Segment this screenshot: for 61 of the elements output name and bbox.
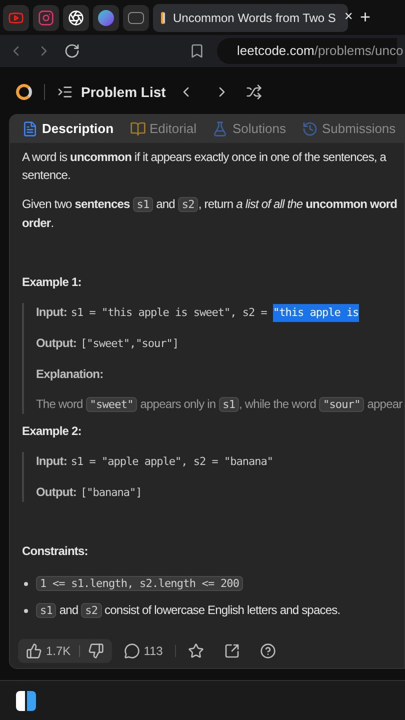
comments-button[interactable]: 113 (124, 642, 163, 660)
inline-code: s1 (132, 197, 154, 212)
text: The word (36, 397, 84, 411)
flask-icon (212, 121, 228, 137)
example-value: ["banana"] (80, 485, 142, 501)
inline-code: s2 (178, 197, 198, 212)
text: order. (22, 216, 54, 230)
text: , while the word (239, 397, 318, 411)
text: and (155, 197, 176, 211)
star-icon[interactable] (188, 643, 204, 659)
bookmark-icon[interactable] (189, 43, 205, 59)
panel-tab[interactable]: Solutions (212, 119, 286, 139)
video-play-icon[interactable] (8, 10, 24, 26)
new-tab-button[interactable]: + (352, 4, 379, 31)
comment-icon (124, 643, 140, 659)
text: , return a list of all the uncommon word (198, 197, 398, 211)
text: consist of lowercase English letters and spaces. (104, 603, 340, 617)
inline-code: s2 (81, 603, 102, 618)
example-label: Input: (36, 453, 67, 470)
history-icon (302, 121, 318, 137)
camera-icon[interactable] (38, 10, 54, 26)
example-label: Explanation: (36, 366, 104, 383)
example-value: s1 = "apple apple", s2 = "banana" (70, 454, 273, 470)
app-icon[interactable] (16, 690, 36, 710)
inline-code: "sweet" (86, 397, 138, 412)
bullet-icon (24, 608, 28, 612)
inline-code: s1 (218, 397, 240, 412)
inline-code: "sour" (318, 397, 364, 412)
help-icon[interactable] (260, 643, 276, 659)
example-value: ["sweet","sour"] (80, 336, 178, 352)
problem-list-title[interactable]: Problem List (81, 82, 166, 102)
example-value: s1 = "this apple is sweet", s2 = (70, 305, 268, 321)
text: Given two sentences (22, 197, 131, 211)
text: A word is uncommon if it appears exactly once in one of the sentences, a (22, 150, 386, 164)
example-label: Output: (36, 335, 77, 352)
bullet-icon (24, 582, 28, 586)
text: sentence. (22, 168, 70, 182)
share-icon[interactable] (224, 643, 240, 659)
text: appear (366, 397, 402, 411)
text: appears only in (139, 397, 217, 411)
tab-title: Uncommon Words from Two S (173, 10, 336, 26)
selected-text: "this apple is (272, 304, 359, 322)
panel-tab[interactable]: Description (22, 119, 114, 139)
example-label: Input: (36, 304, 67, 321)
list-icon[interactable] (57, 84, 73, 100)
document-icon (22, 121, 38, 137)
example-heading: Example 2: (22, 423, 82, 440)
thumbs-down-icon (88, 643, 104, 659)
url-text: leetcode.com/problems/unco (237, 42, 404, 60)
panel-tab[interactable]: Editorial (130, 119, 196, 139)
shuffle-icon[interactable] (246, 84, 262, 100)
reload-icon[interactable] (64, 43, 80, 59)
inline-code: s1 (36, 603, 56, 618)
panel-tab[interactable]: Submissions (302, 119, 396, 139)
inline-code: 1 <= s1.length, s2.length <= 200 (36, 576, 244, 591)
example-heading: Example 1: (22, 274, 82, 291)
thumbs-up-icon (26, 643, 42, 659)
book-icon (130, 121, 146, 137)
example-label: Output: (36, 484, 77, 501)
constraints-heading: Constraints: (22, 543, 89, 560)
text: and (58, 603, 80, 617)
